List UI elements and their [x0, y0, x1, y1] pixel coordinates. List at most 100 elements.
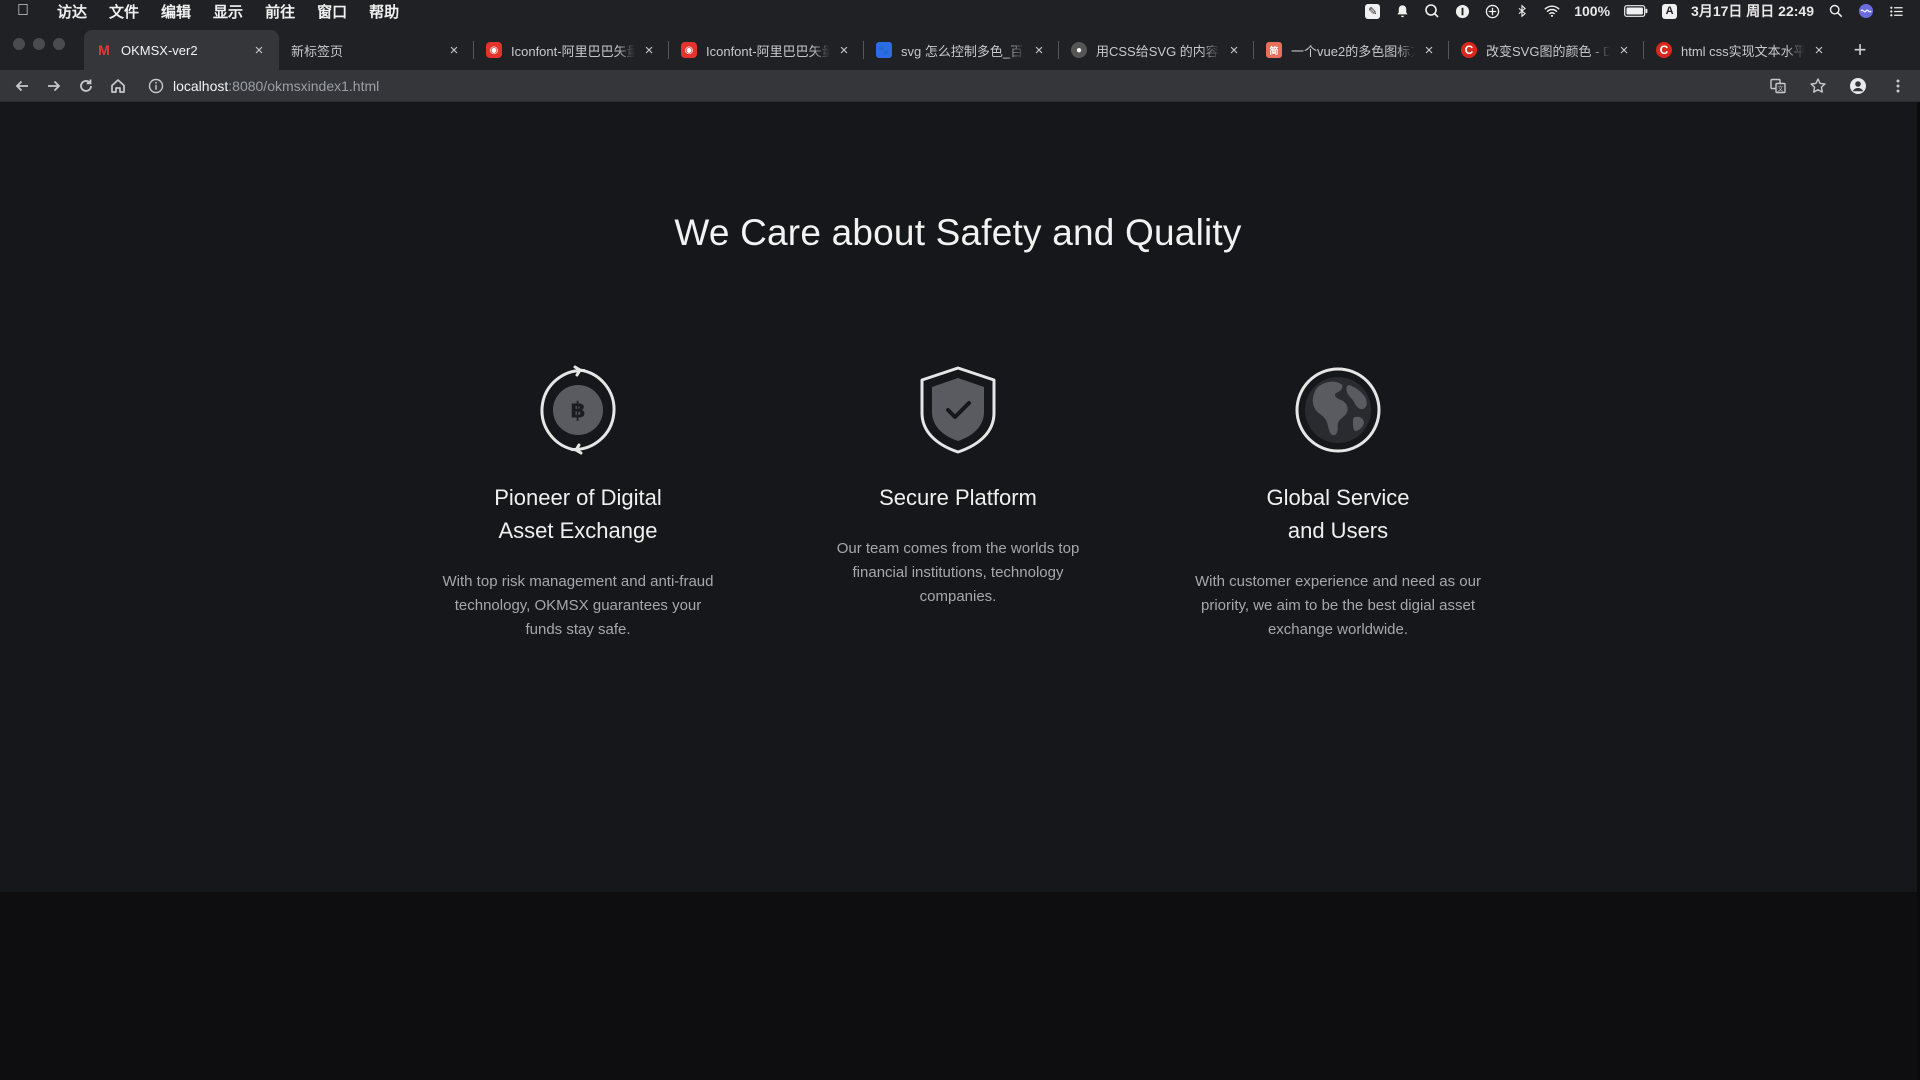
feature-description: Our team comes from the worlds top finan…: [836, 540, 1080, 605]
tab-close-icon[interactable]: ×: [641, 42, 657, 59]
tab-close-icon[interactable]: ×: [1031, 42, 1047, 59]
account-circle-icon: [1850, 78, 1866, 94]
notification-bell-icon[interactable]: [1394, 3, 1410, 19]
browser-tab[interactable]: Chtml css实现文本水平居中 ×: [1644, 30, 1839, 70]
menu-view[interactable]: 显示: [202, 1, 254, 22]
csdn-icon: C: [1656, 42, 1672, 58]
window-minimize-button[interactable]: [33, 38, 45, 50]
tab-title: Iconfont-阿里巴巴矢量图标库: [511, 43, 635, 59]
menu-file[interactable]: 文件: [98, 1, 150, 22]
home-icon: [111, 78, 125, 93]
window-close-button[interactable]: [13, 38, 25, 50]
arrow-right-icon: [48, 80, 61, 91]
feature-card-secure: Secure Platform Our team comes from the …: [788, 365, 1128, 609]
home-button[interactable]: [102, 70, 134, 102]
tab-title: OKMSX-ver2: [121, 42, 198, 58]
toolbar-actions: 文: [1762, 70, 1914, 102]
feature-card-pioneer: ฿ Pioneer of Digital Asset Exchange With…: [408, 365, 748, 642]
tab-title: 用CSS给SVG 的内容添加样式: [1096, 43, 1220, 59]
profile-button[interactable]: [1842, 70, 1874, 102]
browser-tab[interactable]: M OKMSX-ver2 ×: [84, 30, 279, 70]
wifi-icon[interactable]: [1544, 3, 1560, 19]
arrow-left-icon: [15, 80, 28, 91]
apple-menu-icon[interactable]: : [0, 2, 46, 20]
tab-close-icon[interactable]: ×: [251, 42, 267, 59]
iconfont-icon: ◉: [681, 42, 697, 58]
jianshu-icon: 简: [1266, 42, 1282, 58]
address-bar[interactable]: localhost:8080/okmsxindex1.html: [148, 72, 379, 100]
page-viewport: We Care about Safety and Quality ฿ Pione…: [0, 102, 1920, 1080]
translate-icon: 文: [1770, 78, 1786, 94]
macos-menubar:  访达 文件 编辑 显示 前往 窗口 帮助 ✎ 100% A 3月17日 周日…: [0, 0, 1920, 22]
section-title: We Care about Safety and Quality: [674, 212, 1242, 253]
browser-tab[interactable]: C 改变SVG图的颜色 - Douban ×: [1449, 30, 1644, 70]
chrome-menu-button[interactable]: [1882, 70, 1914, 102]
translate-button[interactable]: 文: [1762, 70, 1794, 102]
feature-card-global: Global Service and Users With customer e…: [1168, 365, 1508, 642]
browser-tab[interactable]: ◉ Iconfont-阿里巴巴矢量图标库 ×: [669, 30, 864, 70]
browser-tab[interactable]: ● 用CSS给SVG 的内容添加样式 ×: [1059, 30, 1254, 70]
reload-icon: [80, 79, 92, 92]
tab-close-icon[interactable]: ×: [446, 42, 462, 59]
forward-button[interactable]: [38, 70, 70, 102]
back-button[interactable]: [6, 70, 38, 102]
siri-icon[interactable]: [1858, 3, 1874, 19]
input-source-icon[interactable]: A: [1662, 3, 1678, 19]
bluetooth-icon[interactable]: [1514, 3, 1530, 19]
browser-tab-strip: M OKMSX-ver2 × 新标签页 × ◉ Iconfont-阿里巴巴矢量图标库 × ◉ Ic…: [0, 22, 1920, 70]
app-grid-icon[interactable]: [1484, 3, 1500, 19]
browser-tab[interactable]: ◉ Iconfont-阿里巴巴矢量图标库 ×: [474, 30, 669, 70]
new-tab-button[interactable]: +: [1845, 30, 1875, 70]
reload-button[interactable]: [70, 70, 102, 102]
url-path: :8080/okmsxindex1.html: [228, 78, 380, 94]
window-zoom-button[interactable]: [53, 38, 65, 50]
menu-window[interactable]: 窗口: [306, 1, 358, 22]
status-tray: ✎ 100% A 3月17日 周日 22:49: [1365, 1, 1920, 21]
csdn-icon: C: [1461, 42, 1477, 58]
tab-close-icon[interactable]: ×: [1616, 42, 1632, 59]
info-icon[interactable]: [148, 78, 164, 94]
svg-text:文: 文: [1777, 85, 1783, 93]
tab-title: svg 怎么控制多色_百度知道: [901, 43, 1025, 59]
svg-text:฿: ฿: [570, 399, 585, 424]
github-icon: ●: [1071, 42, 1087, 58]
tab-close-icon[interactable]: ×: [1421, 42, 1437, 59]
tab-close-icon[interactable]: ×: [1811, 42, 1827, 59]
app-tray-icon[interactable]: ✎: [1365, 3, 1381, 19]
menu-help[interactable]: 帮助: [358, 1, 410, 22]
menu-go[interactable]: 前往: [254, 1, 306, 22]
notification-center-icon[interactable]: [1888, 3, 1904, 19]
bookmark-star-button[interactable]: [1802, 70, 1834, 102]
feature-title: Global Service and Users: [1266, 485, 1410, 543]
bitcoin-cycle-icon: ฿: [533, 365, 623, 455]
menu-finder[interactable]: 访达: [46, 1, 98, 22]
tab-title: 改变SVG图的颜色 - Douban: [1486, 43, 1610, 59]
footer-section: [0, 892, 1920, 1080]
baidu-icon: 🐾: [876, 42, 892, 58]
tab-close-icon[interactable]: ×: [1226, 42, 1242, 59]
menu-edit[interactable]: 编辑: [150, 1, 202, 22]
feature-description: With customer experience and need as our…: [1195, 573, 1481, 638]
tab-title: Iconfont-阿里巴巴矢量图标库: [706, 43, 830, 59]
tab-title: html css实现文本水平居中: [1681, 43, 1805, 59]
battery-icon[interactable]: [1624, 3, 1648, 19]
browser-tab[interactable]: 新标签页 ×: [279, 30, 474, 70]
globe-icon: [1293, 365, 1383, 455]
kebab-menu-icon: [1896, 79, 1900, 93]
browser-tab[interactable]: 简一个vue2的多色图标方案 ×: [1254, 30, 1449, 70]
window-controls: [13, 38, 65, 50]
browser-toolbar: localhost:8080/okmsxindex1.html 文: [0, 70, 1920, 102]
feature-description: With top risk management and anti-fraud …: [442, 573, 714, 638]
iconfont-icon: ◉: [486, 42, 502, 58]
feature-title: Secure Platform: [879, 485, 1037, 510]
one-password-icon[interactable]: [1454, 3, 1470, 19]
tab-title: 新标签页: [291, 43, 344, 59]
spotlight-search-icon[interactable]: [1828, 3, 1844, 19]
clock[interactable]: 3月17日 周日 22:49: [1691, 1, 1814, 21]
chat-bubble-icon[interactable]: [1424, 3, 1440, 19]
tab-close-icon[interactable]: ×: [836, 42, 852, 59]
okmsx-logo-icon: M: [98, 42, 110, 58]
battery-percent: 100%: [1574, 3, 1611, 19]
shield-check-icon: [913, 365, 1003, 455]
browser-tab[interactable]: 🐾 svg 怎么控制多色_百度知道 ×: [864, 30, 1059, 70]
